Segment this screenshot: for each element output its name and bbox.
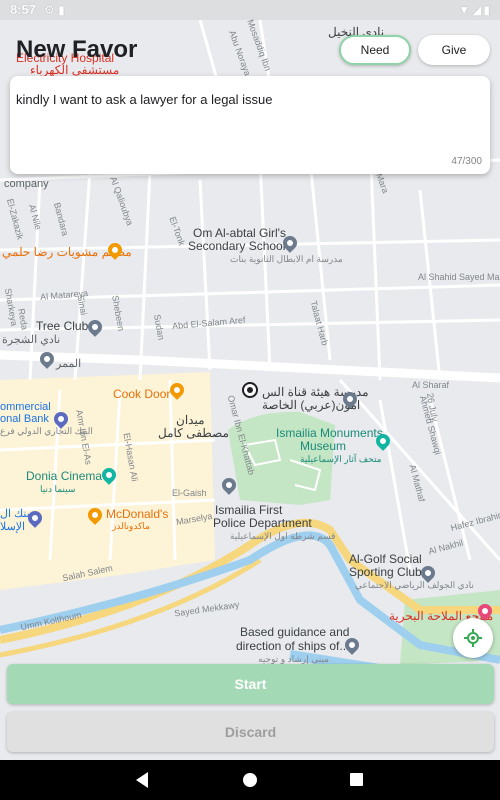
my-location-button[interactable] (453, 618, 493, 658)
map-label-golf-2: Sporting Club (349, 565, 422, 579)
status-time: 8:57 (10, 2, 37, 17)
map-label-bank-2: onal Bank (0, 413, 49, 425)
map-label-school-ar: مدرسة ام الابطال الثانوية بنات (230, 254, 343, 264)
recent-apps-icon[interactable] (350, 773, 363, 786)
map-label-cook-door: Cook Door (113, 387, 171, 401)
map-label-bank-left-2: الإسلا (0, 521, 26, 533)
my-location-icon (464, 629, 482, 647)
street-sharaf: Al Sharaf (412, 380, 450, 390)
map-label-donia: Donia Cinema (26, 469, 103, 483)
map-label-police-2: Police Department (213, 516, 312, 530)
map-label-mcdonalds: McDonald's (106, 507, 169, 521)
back-icon[interactable] (136, 772, 148, 788)
status-bar: 8:57 ⚙ ▮ ▼◢▮ (0, 0, 500, 20)
map-label-school-2: Secondary School (188, 239, 286, 253)
map-label-guidance-2: direction of ships of... (236, 639, 350, 653)
status-notification-icons: ⚙ ▮ (44, 3, 65, 17)
map-label-bank: ommercial (0, 401, 51, 413)
map-label-police-ar: قسم شرطة اول الإسماعيلية (230, 531, 336, 541)
map-label-bank-left: بنك ال (0, 508, 30, 520)
map-label-guidance-ar: مبنى إرشاد و توجيه (258, 654, 329, 664)
map-label-tree-club: Tree Club (36, 319, 89, 333)
character-counter: 47/300 (451, 156, 482, 167)
map-label-mamar: الممر (56, 358, 82, 370)
system-nav-bar (0, 760, 500, 800)
map-label-guidance: Based guidance and (240, 625, 350, 639)
map-label-mcdonalds-ar: ماكدونالدز (112, 521, 150, 531)
home-icon[interactable] (243, 773, 257, 787)
page-title: New Favor (16, 36, 138, 63)
status-system-icons: ▼◢▮ (458, 3, 492, 17)
map-label-company: company (4, 178, 49, 190)
street-el-gaish: El-Gaish (172, 488, 207, 498)
map-label-midan-2: مصطفى كامل (158, 426, 229, 440)
give-toggle-button[interactable]: Give (418, 35, 490, 65)
map-center-target-icon[interactable] (241, 381, 259, 399)
map-label-museum-2: Museum (300, 439, 347, 453)
discard-button[interactable]: Discard (7, 712, 494, 752)
street-shahid: Al Shahid Sayed Mart (418, 272, 500, 282)
need-toggle-button[interactable]: Need (339, 35, 411, 65)
favor-text-field[interactable]: kindly I want to ask a lawyer for a lega… (10, 76, 490, 174)
start-button[interactable]: Start (7, 664, 494, 704)
map-label-golf-ar: نادي الجولف الرياضي الاجتماعي (355, 580, 474, 590)
map-label-donia-ar: سينما دنيا (40, 484, 76, 494)
map-label-tree-club-ar: نادي الشجرة (2, 334, 61, 346)
map-label-museum-ar: متحف آثار الإسماعيلية (300, 454, 382, 464)
favor-text-value: kindly I want to ask a lawyer for a lega… (16, 92, 273, 107)
